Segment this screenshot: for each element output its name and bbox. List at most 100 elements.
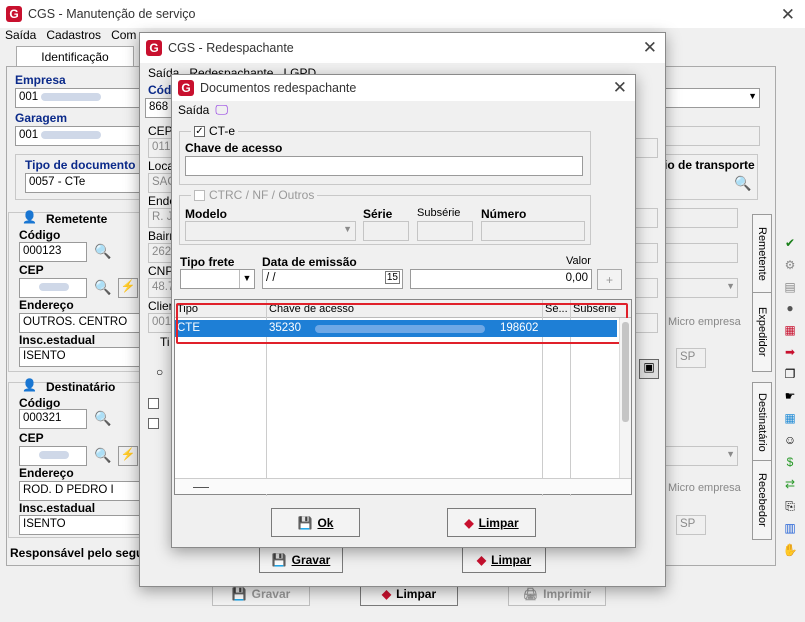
menu-cadastros[interactable]: Cadastros bbox=[46, 28, 101, 46]
rem-insc-label: Insc.estadual bbox=[19, 333, 96, 347]
hand-icon[interactable]: ☛ bbox=[782, 389, 798, 403]
documentos-menubar: Saída 🖵 bbox=[178, 102, 228, 118]
dest-cep-field[interactable] bbox=[19, 446, 87, 466]
garagem-field[interactable]: 001 bbox=[15, 126, 140, 146]
monitor-icon[interactable]: 🖵 bbox=[215, 102, 228, 118]
redesp-check-1[interactable] bbox=[148, 398, 159, 412]
rem-lightning-icon[interactable]: ⚡ bbox=[118, 278, 138, 298]
menu-com[interactable]: Com bbox=[111, 28, 136, 46]
tipo-frete-select[interactable]: ▼ bbox=[180, 269, 255, 289]
copy-icon[interactable]: ❐ bbox=[782, 367, 798, 381]
rem-endereco-field[interactable]: OUTROS. CENTRO bbox=[19, 313, 141, 333]
menu-saida[interactable]: Saída bbox=[5, 28, 36, 46]
tipo-frete-label: Tipo frete bbox=[180, 255, 235, 269]
dest-cep-label: CEP bbox=[19, 431, 44, 445]
rem-cep-search-icon[interactable]: 🔍 bbox=[94, 279, 111, 296]
documentos-window: G Documentos redespachante ✕ Saída 🖵 ✓ CT… bbox=[171, 74, 636, 548]
stack-icon[interactable]: ▦ bbox=[782, 323, 798, 337]
documentos-close-icon[interactable]: ✕ bbox=[613, 78, 627, 98]
cte-checkbox[interactable]: ✓ CT-e bbox=[191, 124, 239, 138]
dest-lightning-icon[interactable]: ⚡ bbox=[118, 446, 138, 466]
valor-label: Valor bbox=[566, 255, 591, 267]
book-icon[interactable]: ▥ bbox=[782, 521, 798, 535]
dest-codigo-label: Código bbox=[19, 396, 61, 410]
people-icon[interactable]: ☺ bbox=[782, 433, 798, 447]
money-icon[interactable]: $ bbox=[782, 455, 798, 469]
main-window-title: CGS - Manutenção de serviço bbox=[28, 7, 196, 21]
dest-insc-field[interactable]: ISENTO bbox=[19, 515, 141, 535]
export-icon[interactable]: ➡ bbox=[782, 345, 798, 359]
tools-icon[interactable]: ⚙ bbox=[782, 258, 798, 272]
documentos-menu-saida[interactable]: Saída bbox=[178, 103, 209, 117]
dest-insc-label: Insc.estadual bbox=[19, 501, 96, 515]
redesp-check-2[interactable] bbox=[148, 418, 159, 432]
serie-field bbox=[363, 221, 409, 241]
ok-button[interactable]: 💾 Ok bbox=[271, 508, 360, 537]
redesp-gravar-button[interactable]: 💾 Gravar bbox=[259, 547, 343, 573]
rem-insc-field[interactable]: ISENTO bbox=[19, 347, 141, 367]
main-menubar: Saída Cadastros Com bbox=[0, 28, 136, 46]
transfer-icon[interactable]: ⇄ bbox=[782, 477, 798, 491]
redesp-limpar-button[interactable]: ◆ Limpar bbox=[462, 547, 546, 573]
grid-footer bbox=[175, 478, 631, 494]
record-icon[interactable]: ● bbox=[782, 301, 798, 315]
rem-codigo-field[interactable]: 000123 bbox=[19, 242, 87, 262]
garagem-label: Garagem bbox=[15, 111, 68, 125]
dest-search-icon[interactable]: 🔍 bbox=[94, 410, 111, 427]
tab-identificacao[interactable]: Identificação bbox=[16, 46, 134, 66]
valor-input[interactable]: 0,00 bbox=[410, 269, 592, 289]
handshake-icon[interactable]: ✋ bbox=[782, 543, 798, 557]
documentos-grid: Tipo Chave de acesso Sé... Subsérie CTE … bbox=[174, 299, 632, 496]
documentos-title: Documentos redespachante bbox=[200, 81, 357, 95]
main-titlebar: G CGS - Manutenção de serviço ✕ bbox=[0, 0, 805, 28]
redesp-cod-label: Cód bbox=[148, 83, 172, 97]
data-emissao-input[interactable]: / /15 bbox=[262, 269, 403, 289]
calculator-icon[interactable]: ▦ bbox=[782, 411, 798, 425]
transporte-search-icon[interactable]: 🔍 bbox=[734, 175, 751, 192]
numero-label: Número bbox=[481, 207, 527, 221]
transporte-label: io de transporte bbox=[664, 158, 755, 172]
rem-endereco-label: Endereço bbox=[19, 298, 74, 312]
limpar-button[interactable]: ◆ Limpar bbox=[447, 508, 536, 537]
add-document-button[interactable]: + bbox=[597, 269, 622, 290]
dest-cep-search-icon[interactable]: 🔍 bbox=[94, 447, 111, 464]
attachment-icon[interactable]: ⎘ bbox=[782, 499, 798, 513]
micro-empresa-label-1: Micro empresa bbox=[668, 316, 741, 328]
tipo-doc-field[interactable]: 0057 - CTe bbox=[25, 173, 140, 193]
rem-search-icon[interactable]: 🔍 bbox=[94, 243, 111, 260]
redesp-radio[interactable]: ○ bbox=[156, 365, 163, 379]
redespachante-close-icon[interactable]: ✕ bbox=[643, 38, 657, 58]
empresa-field[interactable]: 001 bbox=[15, 88, 140, 108]
uf-field-2: SP bbox=[676, 515, 706, 535]
responsavel-label: Responsável pelo segu bbox=[10, 546, 144, 560]
destinatario-label: Destinatário bbox=[46, 380, 116, 394]
rem-cep-label: CEP bbox=[19, 263, 44, 277]
modelo-label: Modelo bbox=[185, 207, 227, 221]
chave-acesso-input[interactable] bbox=[185, 156, 583, 176]
main-right-dropdown-3: ▼ bbox=[660, 446, 738, 466]
confirm-check-icon[interactable]: ✔ bbox=[782, 236, 798, 250]
serie-label: Série bbox=[363, 207, 393, 221]
vtab-destinatario[interactable]: Destinatário bbox=[752, 382, 772, 462]
vtab-expedidor[interactable]: Expedidor bbox=[752, 292, 772, 372]
dest-codigo-field[interactable]: 000321 bbox=[19, 409, 87, 429]
dest-endereco-field[interactable]: ROD. D PEDRO I bbox=[19, 481, 141, 501]
redespachante-logo-icon: G bbox=[146, 40, 162, 56]
ctrc-checkbox[interactable]: CTRC / NF / Outros bbox=[191, 188, 318, 202]
document-icon[interactable]: ▤ bbox=[782, 280, 798, 294]
calendar-icon[interactable]: 15 bbox=[384, 271, 400, 284]
app-logo-icon: G bbox=[6, 6, 22, 22]
empresa-label: Empresa bbox=[15, 73, 66, 87]
rem-cep-field[interactable] bbox=[19, 278, 87, 298]
redesp-tool-icon[interactable]: ▣ bbox=[639, 359, 659, 379]
redespachante-titlebar: G CGS - Redespachante ✕ bbox=[140, 33, 665, 63]
vtab-recebedor[interactable]: Recebedor bbox=[752, 460, 772, 540]
redesp-cep-label: CEP bbox=[148, 124, 173, 138]
main-right-dropdown[interactable]: ▼ bbox=[660, 88, 760, 108]
grid-row-highlight-outline bbox=[176, 303, 628, 344]
main-close-icon[interactable]: ✕ bbox=[781, 5, 795, 25]
grid-scrollbar[interactable] bbox=[619, 318, 631, 478]
chave-acesso-label: Chave de acesso bbox=[185, 141, 283, 155]
main-right-dropdown-2: ▼ bbox=[660, 278, 738, 298]
vtab-remetente[interactable]: Remetente bbox=[752, 214, 772, 294]
